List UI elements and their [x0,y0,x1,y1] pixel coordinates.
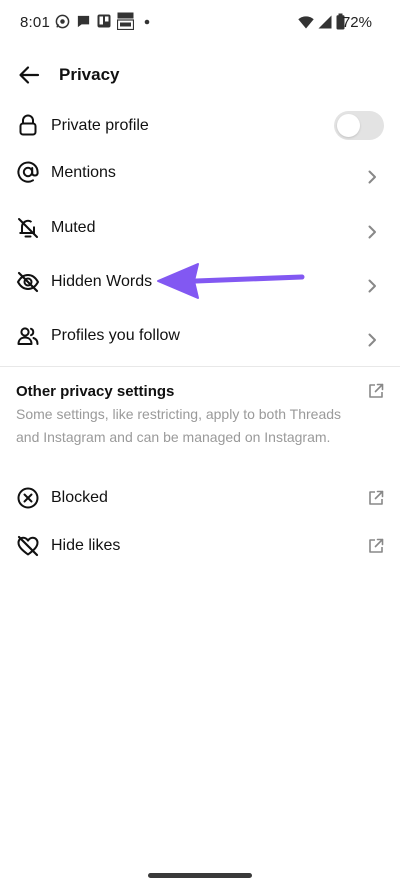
external-link-icon[interactable] [368,383,384,399]
chat-icon [77,15,90,28]
trello-icon [97,14,111,28]
external-link-icon [369,538,384,553]
eye-off-icon [16,271,40,293]
profiles-you-follow-label: Profiles you follow [51,327,180,344]
other-privacy-description: Some settings, like restricting, apply t… [16,406,342,445]
arrow-pointer-icon [157,263,305,299]
chevron-right-icon [368,225,376,239]
tata-icon [117,12,134,30]
status-time: 8:01 [20,14,50,31]
mentions-label: Mentions [51,164,116,181]
mentions-row[interactable]: Mentions [0,148,400,198]
private-profile-label: Private profile [51,117,149,134]
chevron-right-icon [368,333,376,347]
at-sign-icon [17,161,39,183]
lock-icon [19,114,37,136]
x-circle-icon [17,487,39,509]
home-indicator[interactable] [148,873,252,878]
muted-label: Muted [51,219,96,236]
dot-icon [144,19,150,25]
bell-off-icon [18,218,38,238]
users-icon [17,327,39,345]
wifi-icon [298,16,314,29]
hide-likes-label: Hide likes [51,537,121,554]
status-bar: 8:01 72% [0,0,400,46]
hidden-words-label: Hidden Words [51,273,153,290]
chevron-right-icon [368,170,376,184]
whatsapp-icon [55,14,70,29]
blocked-label: Blocked [51,489,108,506]
heart-off-icon [17,535,39,557]
blocked-row[interactable]: Blocked [0,473,400,523]
chevron-right-icon [368,279,376,293]
external-link-icon [369,490,384,505]
battery-percent: 72% [341,14,372,31]
page-title: Privacy [59,65,120,84]
private-profile-toggle[interactable] [334,111,384,140]
section-divider [0,366,400,367]
arrow-left-icon[interactable] [16,63,42,87]
profiles-you-follow-row[interactable]: Profiles you follow [0,311,400,361]
other-privacy-title: Other privacy settings [16,383,175,400]
toggle-knob [337,114,360,137]
muted-row[interactable]: Muted [0,203,400,253]
signal-icon [318,15,332,29]
hide-likes-row[interactable]: Hide likes [0,521,400,571]
page-header: Privacy [0,52,400,98]
